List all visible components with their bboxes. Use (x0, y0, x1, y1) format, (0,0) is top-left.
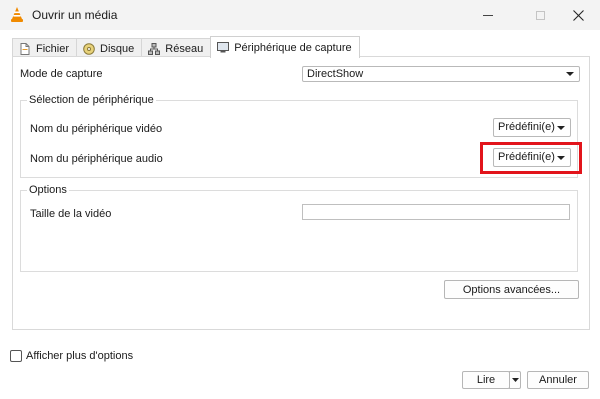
video-device-value: Prédéfini(e) (498, 121, 555, 133)
highlight-annotation (480, 142, 582, 174)
play-button[interactable]: Lire (462, 371, 510, 389)
chevron-down-icon (566, 72, 574, 76)
close-icon (572, 9, 584, 21)
disc-icon (83, 42, 95, 55)
options-group: Options (20, 184, 578, 272)
cancel-button[interactable]: Annuler (527, 371, 589, 389)
capture-mode-value: DirectShow (307, 68, 364, 80)
network-icon (148, 42, 161, 55)
capture-device-icon (217, 42, 230, 54)
tab-peripherique-capture[interactable]: Périphérique de capture (210, 36, 360, 58)
file-icon (19, 42, 31, 55)
video-device-label: Nom du périphérique vidéo (30, 123, 163, 135)
device-selection-title: Sélection de périphérique (27, 94, 156, 106)
chevron-down-icon (511, 378, 519, 382)
chevron-down-icon (557, 126, 565, 130)
tab-label: Périphérique de capture (234, 41, 352, 54)
capture-mode-label: Mode de capture (20, 68, 103, 80)
play-label: Lire (476, 374, 496, 386)
capture-mode-select[interactable]: DirectShow (302, 66, 580, 82)
video-device-select[interactable]: Prédéfini(e) (493, 118, 571, 137)
tab-reseau[interactable]: Réseau (141, 38, 212, 58)
close-button[interactable] (556, 0, 600, 30)
tab-label: Réseau (165, 42, 204, 55)
video-size-input[interactable] (302, 204, 570, 220)
tab-bar: Fichier Disque Réseau Périphérique de ca… (12, 36, 360, 58)
tab-label: Disque (100, 42, 135, 55)
show-more-options-label: Afficher plus d'options (26, 350, 134, 362)
window-title: Ouvrir un média (32, 8, 118, 22)
title-bar: Ouvrir un média (0, 0, 600, 30)
tab-label: Fichier (36, 42, 70, 55)
video-size-label: Taille de la vidéo (30, 208, 112, 220)
advanced-options-button[interactable]: Options avancées... (444, 280, 579, 299)
cancel-label: Annuler (539, 374, 577, 386)
vlc-cone-icon (11, 7, 23, 22)
audio-device-label: Nom du périphérique audio (30, 153, 163, 165)
options-title: Options (27, 184, 69, 196)
show-more-options-checkbox[interactable] (10, 350, 22, 362)
minimize-icon (483, 14, 493, 16)
tab-fichier[interactable]: Fichier (12, 38, 78, 58)
tab-disque[interactable]: Disque (76, 38, 143, 58)
advanced-options-label: Options avancées... (462, 283, 561, 296)
maximize-icon (535, 10, 545, 20)
minimize-button[interactable] (466, 0, 510, 30)
play-dropdown-button[interactable] (509, 371, 521, 389)
